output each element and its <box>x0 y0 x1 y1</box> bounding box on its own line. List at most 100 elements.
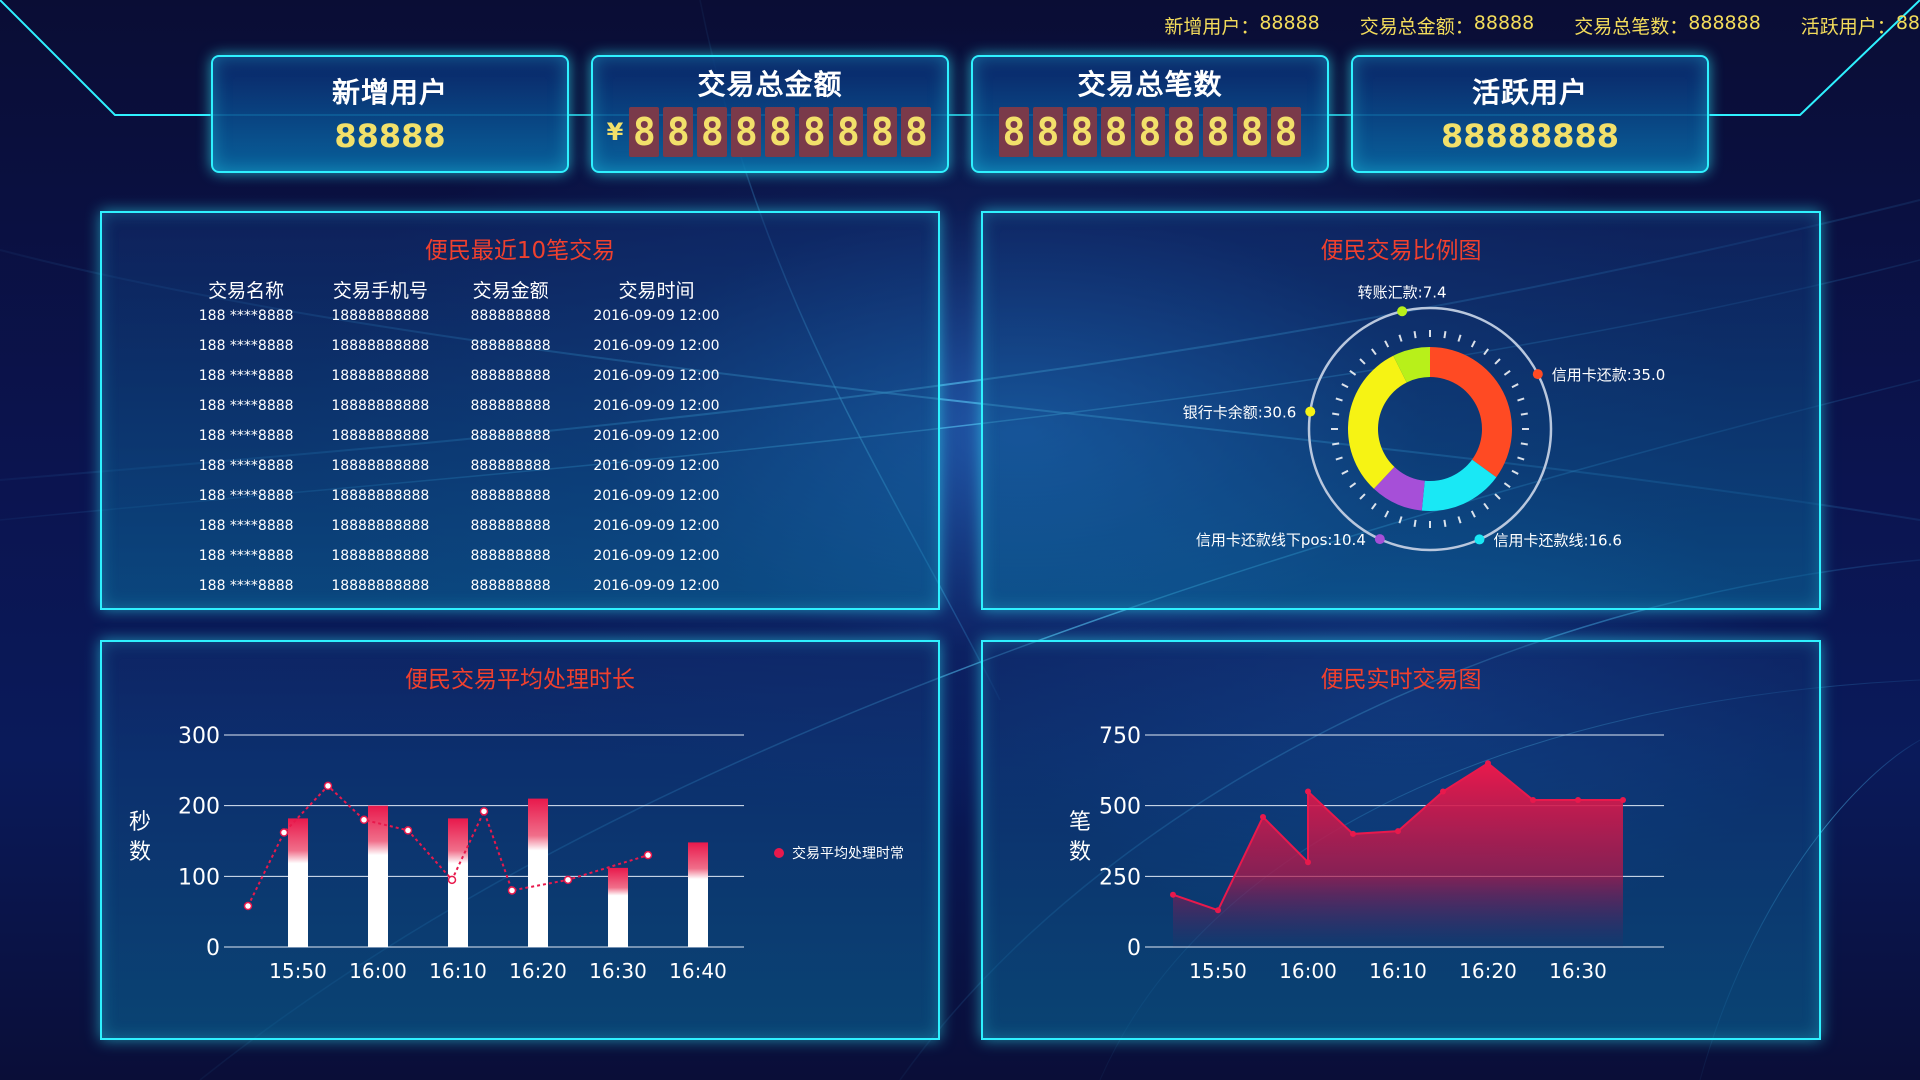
stat-label: 交易总金额： <box>1359 16 1474 38</box>
table-cell: 18888888888 <box>331 488 430 504</box>
table-cell: 18888888888 <box>331 368 430 384</box>
bar <box>368 805 388 947</box>
kpi-total-amount-card: 交易总金额 ¥ 8 8 8 8 8 8 8 8 8 <box>591 55 949 173</box>
area-point <box>1575 797 1581 804</box>
x-tick-label: 16:10 <box>429 959 487 983</box>
y-tick-label: 250 <box>1099 865 1141 890</box>
ring-tick <box>1457 334 1462 342</box>
ring-tick <box>1413 331 1417 339</box>
table-cell: 888888888 <box>470 518 551 534</box>
table-cell: 888888888 <box>470 578 551 594</box>
line-point <box>643 850 653 860</box>
kpi-title: 新增用户 <box>331 76 448 109</box>
stat-value: 88888 <box>1473 12 1535 34</box>
area-point <box>1530 797 1536 804</box>
x-tick-label: 15:50 <box>269 959 327 983</box>
stat-label: 新增用户： <box>1164 16 1260 38</box>
area-fill <box>1173 763 1623 947</box>
line-point <box>279 828 289 837</box>
table-cell: 2016-09-09 12:00 <box>593 308 720 324</box>
ring-tick <box>1398 334 1403 342</box>
kpi-value: 88888 <box>334 117 446 155</box>
transactions-table: 交易名称 交易手机号 交易金额 交易时间 188 ****8888 1888888… <box>182 277 742 601</box>
ring-tick <box>1335 456 1343 461</box>
area-point <box>1305 788 1311 795</box>
table-cell: 2016-09-09 12:00 <box>593 458 720 474</box>
ring-tick <box>1398 516 1403 524</box>
stat-active-users: 活跃用户： 88 <box>1801 12 1920 39</box>
y-tick-label: 0 <box>206 936 220 961</box>
ring-tick <box>1359 358 1366 365</box>
kpi-title: 交易总金额 <box>697 68 843 101</box>
ring-tick <box>1520 412 1528 416</box>
line-point <box>479 807 489 816</box>
area-point <box>1170 891 1176 898</box>
table-cell: 2016-09-09 12:00 <box>593 398 720 414</box>
stat-total-amount: 交易总金额： 88888 <box>1360 12 1534 39</box>
donut-chart: 信用卡还款:35.0 信用卡还款线:16.6 信用卡还款线下pos:10.4 银行卡余… <box>1183 283 1665 552</box>
ring-tick <box>1511 469 1519 475</box>
ring-tick <box>1443 519 1447 527</box>
bar-chart: 0 100 200 300 秒数 15:50 16:00 16:10 16:20 16:30 16:… <box>129 724 904 983</box>
digit: 8 <box>663 107 694 157</box>
stat-label: 活跃用户： <box>1800 16 1896 38</box>
stat-value: 88888 <box>1259 12 1320 34</box>
table-row: 188 ****8888 18888888888 888888888 2016-09-… <box>182 421 742 451</box>
table-cell: 18888888888 <box>331 428 430 444</box>
slice-label: 信用卡还款线:16.6 <box>1493 531 1621 549</box>
bar <box>288 818 308 947</box>
table-cell: 18888888888 <box>331 338 430 354</box>
table-cell: 18888888888 <box>331 458 430 474</box>
ring-tick <box>1494 493 1501 500</box>
area-chart: 0 250 500 750 笔数 15:50 16:00 16:10 16:20 16:30 <box>1069 724 1664 983</box>
x-tick-label: 16:40 <box>669 959 727 983</box>
table-cell: 888888888 <box>470 338 551 354</box>
kpi-new-users-card: 新增用户 88888 <box>211 55 569 173</box>
stat-total-count: 交易总笔数： 888888 <box>1574 12 1761 39</box>
ring-tick <box>1349 370 1357 376</box>
ring-tick <box>1359 493 1366 500</box>
table-row: 188 ****8888 18888888888 888888888 2016-09-… <box>182 541 742 571</box>
line-point <box>359 815 369 825</box>
recent-transactions-panel: 便民最近10笔交易 交易名称 交易手机号 交易金额 交易时间 188 ****8… <box>100 211 940 610</box>
table-row: 188 ****8888 18888888888 888888888 2016-09-… <box>182 391 742 421</box>
slice-label: 信用卡还款:35.0 <box>1552 366 1665 384</box>
y-axis-label: 笔 <box>1069 810 1091 835</box>
ring-tick <box>1332 412 1340 416</box>
digit-counter: 8 8 8 8 8 8 8 8 8 <box>973 107 1327 157</box>
table-cell: 2016-09-09 12:00 <box>593 338 720 354</box>
table-cell: 188 ****8888 <box>198 338 294 354</box>
digit: 8 <box>1033 107 1063 157</box>
ring-tick <box>1517 397 1525 402</box>
table-cell: 18888888888 <box>331 308 430 324</box>
digit: 8 <box>731 107 762 157</box>
digit-counter: ¥ 8 8 8 8 8 8 8 8 8 <box>593 107 947 157</box>
digit: 8 <box>1203 107 1233 157</box>
bar <box>608 867 628 947</box>
ring-tick <box>1413 519 1417 527</box>
kpi-title: 交易总笔数 <box>1077 68 1223 101</box>
table-row: 188 ****8888 18888888888 888888888 2016-09-… <box>182 301 742 331</box>
legend-label: 交易平均处理时常 <box>792 845 904 862</box>
line-point <box>403 826 413 835</box>
line-point <box>563 875 573 885</box>
table-row: 188 ****8888 18888888888 888888888 2016-09-… <box>182 481 742 511</box>
table-cell: 2016-09-09 12:00 <box>593 578 720 594</box>
ring-tick <box>1349 482 1357 488</box>
y-axis-label: 数 <box>129 840 151 865</box>
table-row: 188 ****8888 18888888888 888888888 2016-09-… <box>182 361 742 391</box>
table-row: 188 ****8888 18888888888 888888888 2016-09-… <box>182 571 742 601</box>
slice-marker <box>1305 406 1316 417</box>
y-tick-label: 200 <box>178 795 220 820</box>
table-cell: 888888888 <box>470 428 551 444</box>
x-tick-label: 16:20 <box>509 959 567 983</box>
x-tick-label: 16:20 <box>1459 959 1517 983</box>
area-point <box>1260 813 1266 820</box>
y-tick-label: 500 <box>1099 795 1141 820</box>
table-row: 188 ****8888 18888888888 888888888 2016-09-… <box>182 511 742 541</box>
legend-marker <box>774 848 784 858</box>
slice-label: 转账汇款:7.4 <box>1358 283 1447 301</box>
area-point <box>1485 760 1491 767</box>
line-point <box>507 886 517 895</box>
digit: 8 <box>999 107 1029 157</box>
